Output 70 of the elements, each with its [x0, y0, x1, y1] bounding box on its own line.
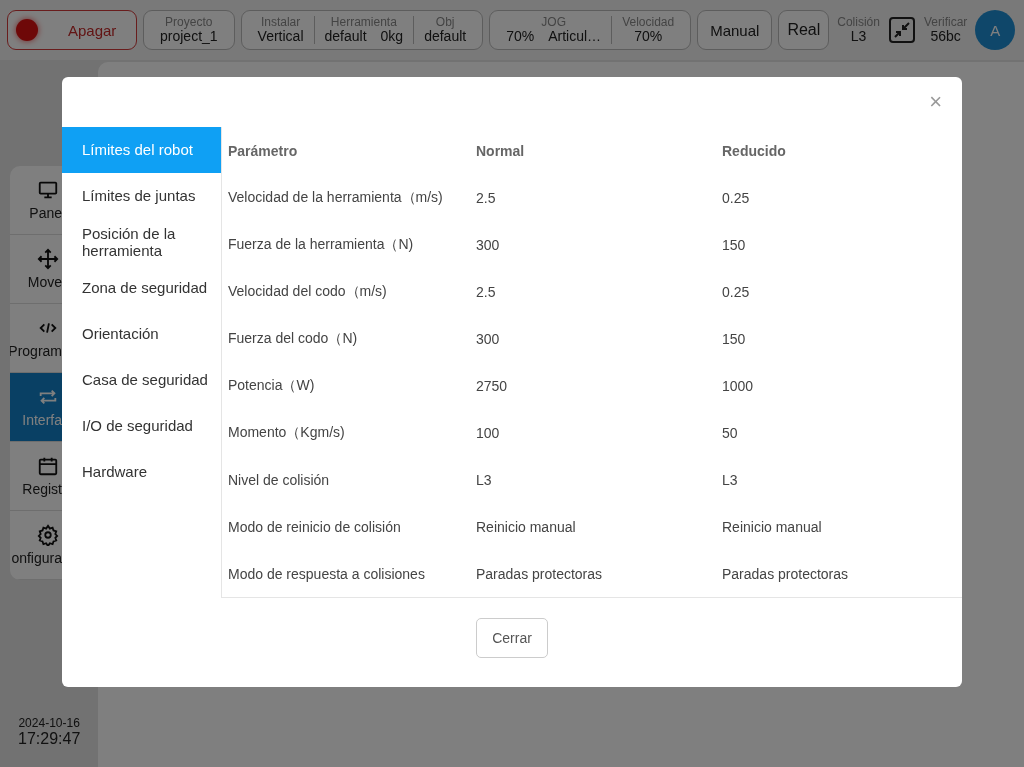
power-button[interactable]: Apagar — [7, 10, 137, 50]
table-cell-text: Velocidad de la herramienta（m/s) — [228, 188, 444, 207]
table-cell-text: Reinicio manual — [722, 518, 823, 535]
status-group[interactable]: Instalar Vertical Herramienta default 0kg Obj default — [240, 10, 484, 50]
table-cell-text: Velocidad del codo（m/s) — [228, 282, 388, 301]
status-value: 70% — [634, 28, 663, 45]
table-cell-text: Fuerza de la herramienta（N) — [228, 235, 415, 254]
column-header: Normal — [476, 142, 526, 159]
table-cell-text: 300 — [476, 236, 501, 253]
table-cell-text: Paradas protectoras — [476, 565, 604, 582]
table-cell-text: Momento（Kgm/s) — [228, 423, 346, 442]
table-cell-text: 150 — [722, 330, 747, 347]
status-value: default — [324, 28, 367, 45]
column-header: Reducido — [722, 142, 787, 159]
table-cell-text: 1000 — [722, 377, 755, 394]
status-value: Articul… — [548, 28, 602, 45]
sidebar-label: Pane — [28, 205, 62, 221]
sidebar-label: Program — [10, 343, 62, 359]
date-text: 2024-10-16 — [18, 717, 80, 731]
power-icon — [16, 19, 38, 41]
sidebar-label: Regist — [21, 481, 62, 497]
status-value: 70% — [506, 28, 535, 45]
table-cell-text: Potencia（W) — [228, 376, 316, 395]
status-label: Obj — [435, 15, 455, 29]
settings-icon — [37, 524, 59, 546]
status-value: Vertical — [257, 28, 304, 45]
status-label: JOG — [541, 15, 566, 29]
mode-button[interactable]: Real — [778, 10, 830, 50]
status-label: Proyecto — [165, 15, 213, 29]
nav-item[interactable]: Límites del robot — [62, 127, 221, 173]
collapse-icon[interactable] — [887, 16, 916, 44]
monitor-icon — [37, 179, 59, 201]
sidebar-label: onfigura — [10, 550, 62, 566]
table-cell-text: 0.25 — [722, 189, 751, 206]
close-button[interactable]: × — [925, 91, 946, 113]
status-value: project_1 — [160, 28, 218, 45]
time-text: 17:29:47 — [18, 730, 81, 748]
column-header: Parámetro — [228, 142, 299, 159]
status-value: default — [424, 28, 467, 45]
sidebar-label: Move — [26, 274, 62, 290]
table-cell-text: Fuerza del codo（N) — [228, 329, 359, 348]
status-value: 0kg — [380, 28, 404, 45]
table-cell-text: 2.5 — [476, 283, 497, 300]
status-value: L3 — [850, 28, 867, 45]
move-arrows-icon — [37, 248, 59, 270]
status-label: Velocidad — [622, 15, 675, 29]
sidebar-label: Interfa — [21, 412, 62, 428]
table-cell-text: 50 — [722, 424, 739, 441]
table-cell-text: 0.25 — [722, 283, 751, 300]
table-cell-text: L3 — [722, 471, 739, 488]
table-cell-text: Reinicio manual — [476, 518, 577, 535]
status-group[interactable]: Proyecto project_1 — [143, 10, 235, 50]
table-cell-text: Nivel de colisión — [228, 471, 331, 488]
table-cell-text: Modo de respuesta a colisiones — [228, 565, 426, 582]
mode-button[interactable]: Manual — [697, 10, 773, 50]
status-value: 56bc — [930, 28, 961, 45]
status-label: Instalar — [260, 15, 301, 29]
table-cell-text: 300 — [476, 330, 501, 347]
table-cell-text: 100 — [476, 424, 501, 441]
table-cell-text: Modo de reinicio de colisión — [228, 518, 402, 535]
close-dialog-button[interactable]: Cerrar — [476, 617, 548, 658]
table-cell-text: 2750 — [476, 377, 509, 394]
table-cell-text: 2.5 — [476, 189, 497, 206]
table-cell-text: Paradas protectoras — [722, 565, 850, 582]
status-label: Herramienta — [330, 15, 397, 29]
calendar-icon — [37, 455, 59, 477]
table-cell-text: 150 — [722, 236, 747, 253]
status-group[interactable]: JOG 70% Articul… Velocidad 70% — [489, 10, 692, 50]
avatar[interactable]: A — [975, 10, 1016, 50]
table-cell-text: L3 — [476, 471, 493, 488]
